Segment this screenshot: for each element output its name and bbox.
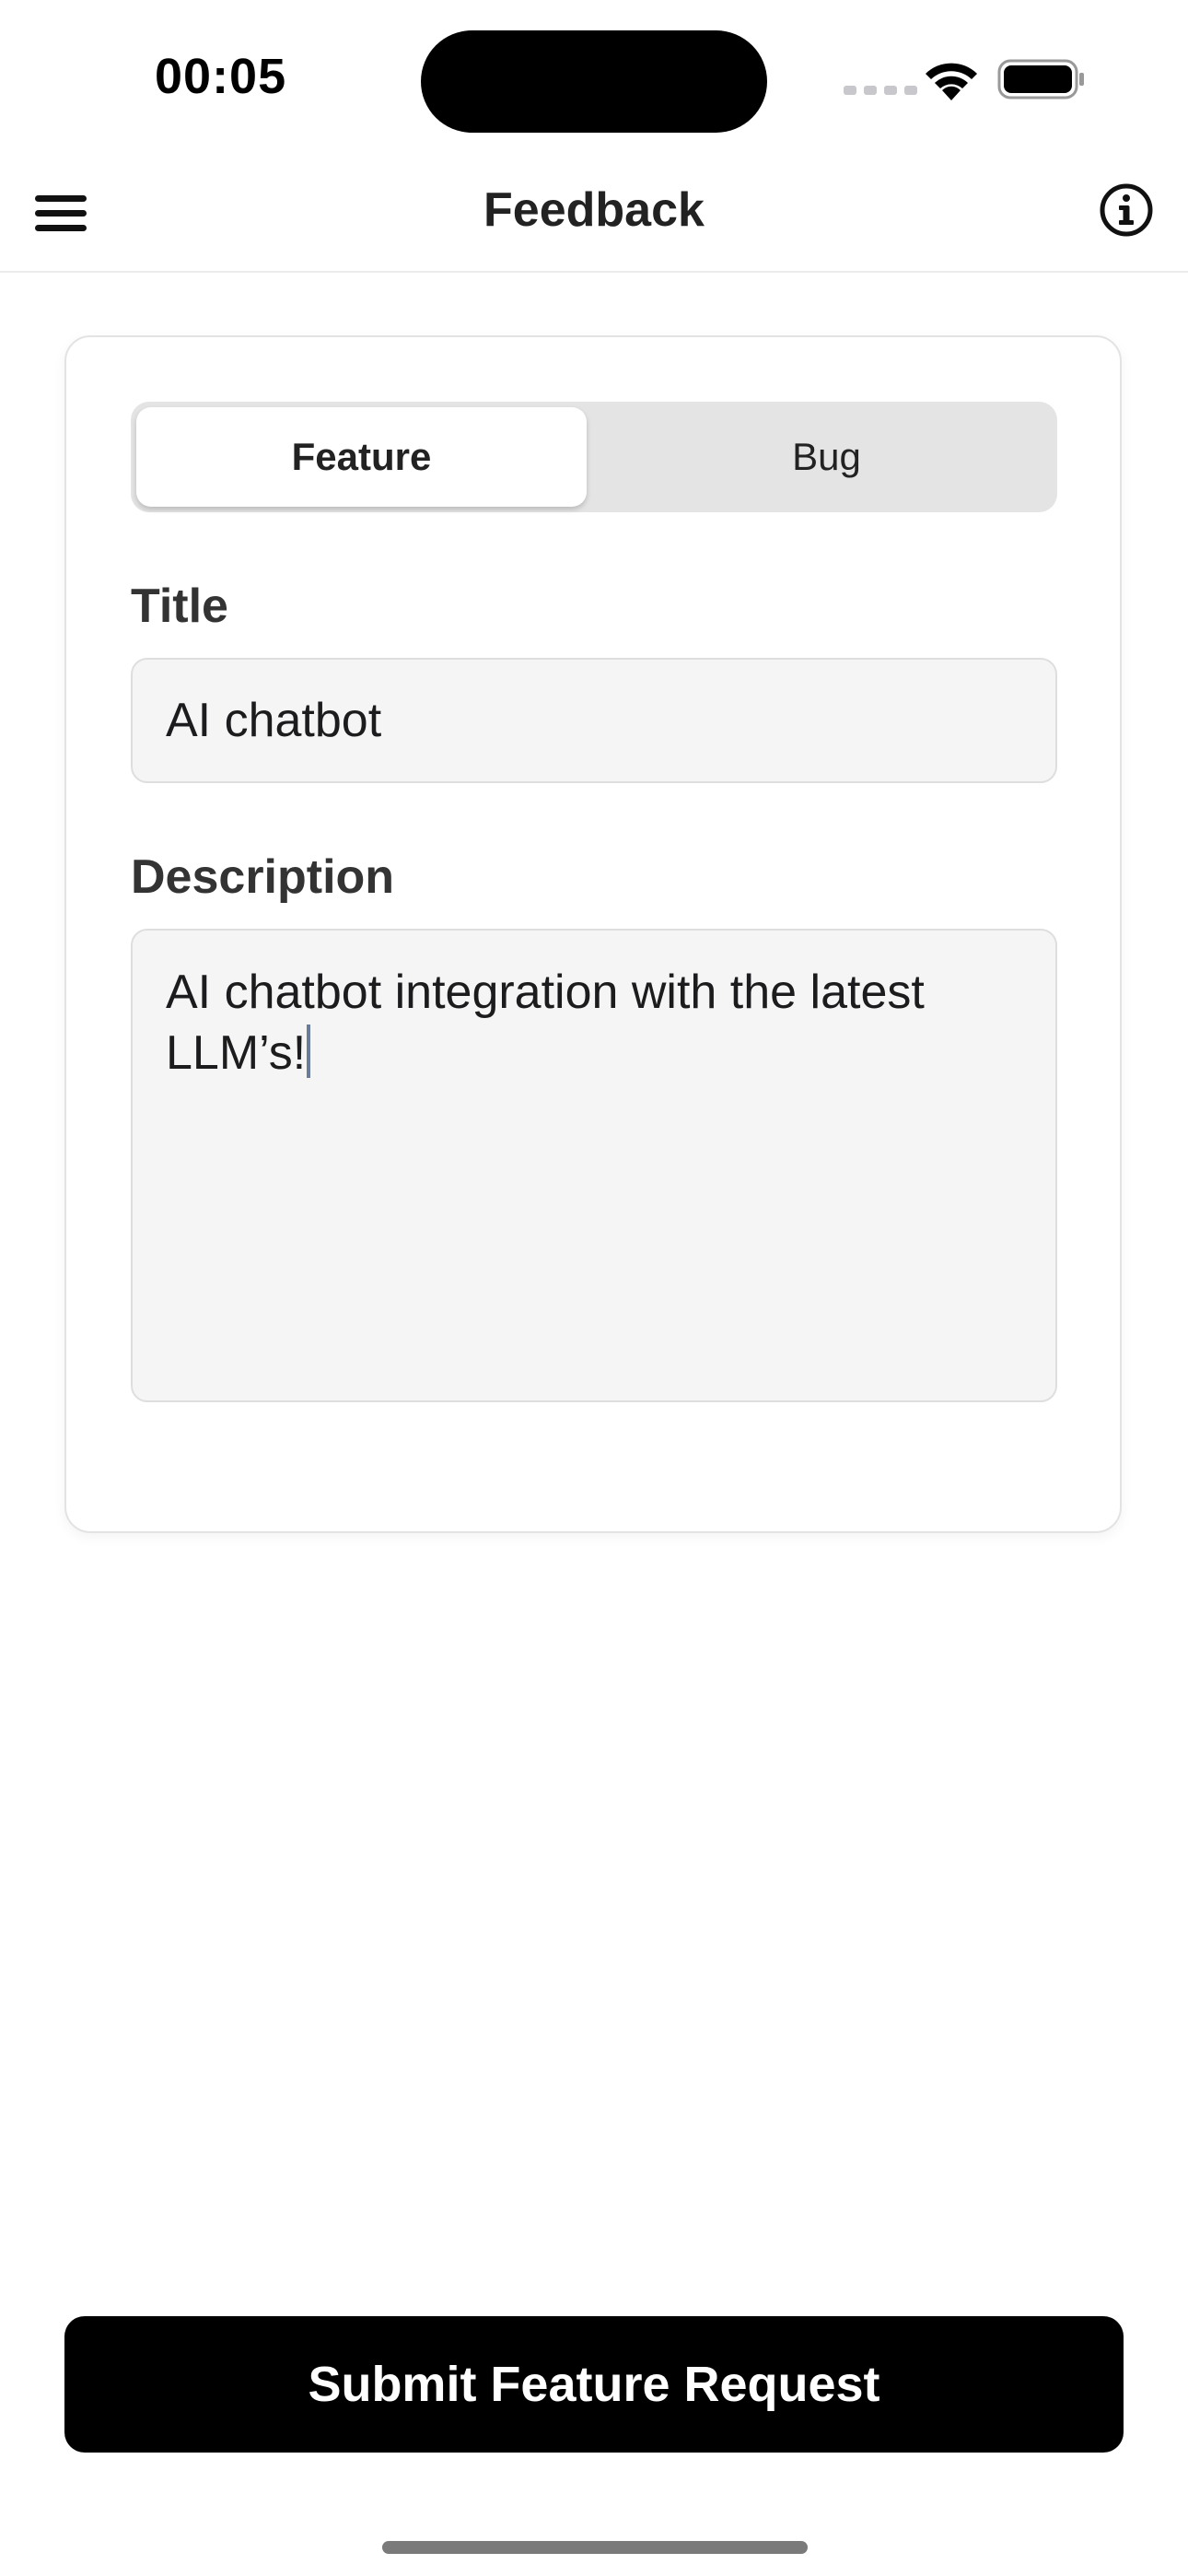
description-textarea[interactable]: AI chatbot integration with the latest L… — [131, 929, 1057, 1402]
dynamic-island — [421, 30, 767, 133]
cellular-signal-icon — [844, 86, 917, 95]
page-title: Feedback — [483, 183, 705, 237]
status-time: 00:05 — [155, 49, 287, 104]
home-indicator[interactable] — [382, 2541, 808, 2554]
submit-feature-request-button[interactable]: Submit Feature Request — [64, 2316, 1124, 2453]
battery-icon — [997, 59, 1084, 100]
status-bar: 00:05 — [0, 0, 1188, 157]
description-label: Description — [131, 850, 395, 904]
info-icon[interactable] — [1099, 182, 1154, 238]
nav-bar: Feedback — [0, 157, 1188, 273]
title-input[interactable]: AI chatbot — [131, 658, 1057, 783]
description-textarea-value: AI chatbot integration with the latest L… — [166, 966, 925, 1080]
title-label: Title — [131, 580, 228, 633]
feedback-type-segmented-control: Feature Bug — [131, 402, 1057, 512]
feedback-form-card: Feature Bug Title AI chatbot Description… — [64, 335, 1122, 1533]
wifi-icon — [926, 63, 977, 100]
segment-bug[interactable]: Bug — [601, 407, 1052, 507]
title-input-value: AI chatbot — [166, 694, 382, 747]
text-cursor — [307, 1025, 311, 1078]
segment-feature[interactable]: Feature — [136, 407, 587, 507]
